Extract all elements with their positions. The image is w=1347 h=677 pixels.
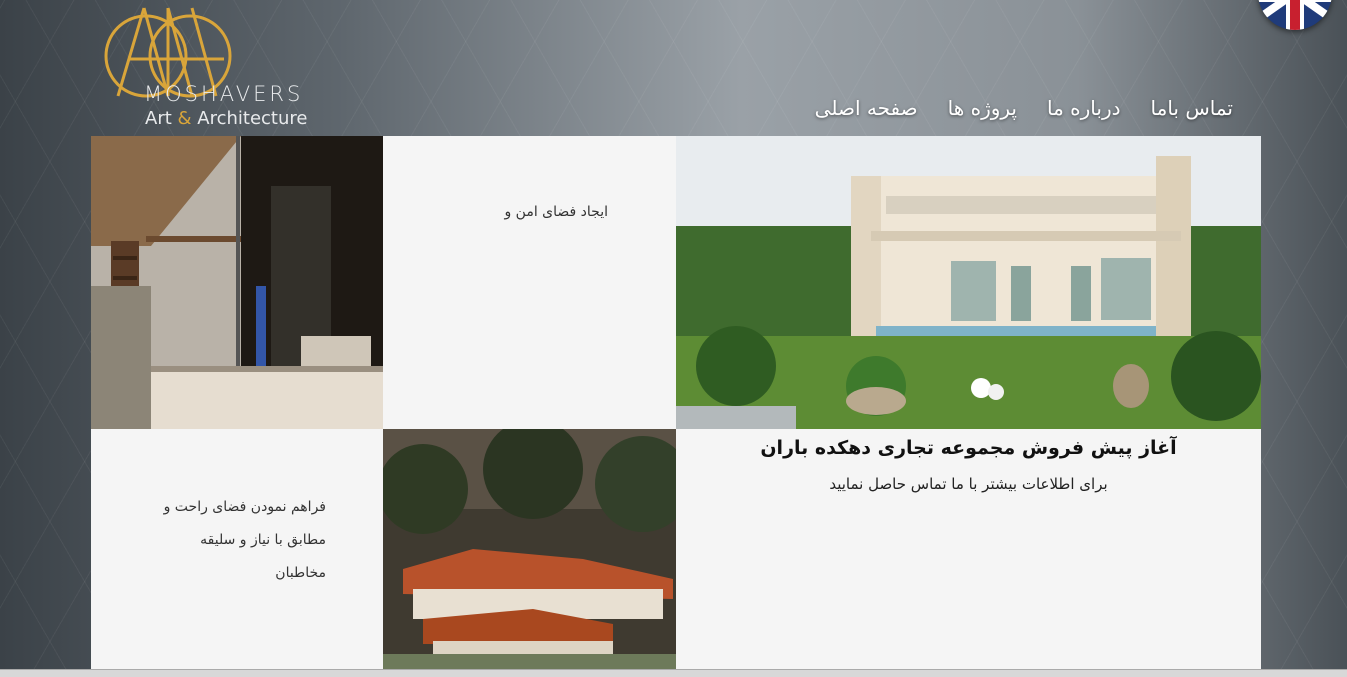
- nav-contact[interactable]: تماس باما: [1151, 96, 1233, 120]
- logo-name: MOSHAVERS: [144, 82, 304, 106]
- news-subtitle: برای اطلاعات بیشتر با ما تماس حاصل نمایی…: [829, 475, 1108, 493]
- content-grid: ایجاد فضای امن و فراهم نمودن فضای راحت و…: [91, 136, 1261, 670]
- nav-home[interactable]: صفحه اصلی: [815, 96, 918, 120]
- main-nav: صفحه اصلی پروژه ها درباره ما تماس باما: [815, 96, 1233, 120]
- feature-text: ایجاد فضای امن و: [504, 204, 608, 220]
- logo-tagline: Art & Architecture: [145, 108, 308, 129]
- news-title[interactable]: آغاز پیش فروش مجموعه تجاری دهکده باران: [676, 437, 1261, 459]
- village-image: [383, 429, 676, 670]
- news-tile[interactable]: آغاز پیش فروش مجموعه تجاری دهکده باران ب…: [676, 429, 1261, 670]
- interior-photo[interactable]: [91, 136, 383, 429]
- feature-line-3: مخاطبان: [275, 565, 326, 581]
- feature-text-2: فراهم نمودن فضای راحت و مطابق با نیاز و …: [126, 491, 326, 590]
- nav-about[interactable]: درباره ما: [1047, 96, 1121, 120]
- feature-text-tile: ایجاد فضای امن و: [383, 136, 676, 429]
- uk-flag-icon[interactable]: [1258, 0, 1332, 30]
- feature-text-tile-2: فراهم نمودن فضای راحت و مطابق با نیاز و …: [91, 429, 383, 670]
- village-project-photo[interactable]: [383, 429, 676, 670]
- feature-line-1: فراهم نمودن فضای راحت و: [163, 499, 326, 515]
- site-logo[interactable]: MOSHAVERS Art & Architecture: [104, 4, 344, 130]
- villa-image: [676, 136, 1261, 429]
- nav-projects[interactable]: پروژه ها: [948, 96, 1017, 120]
- feature-line-2: مطابق با نیاز و سلیقه: [200, 532, 326, 548]
- interior-image: [91, 136, 383, 429]
- villa-photo[interactable]: [676, 136, 1261, 429]
